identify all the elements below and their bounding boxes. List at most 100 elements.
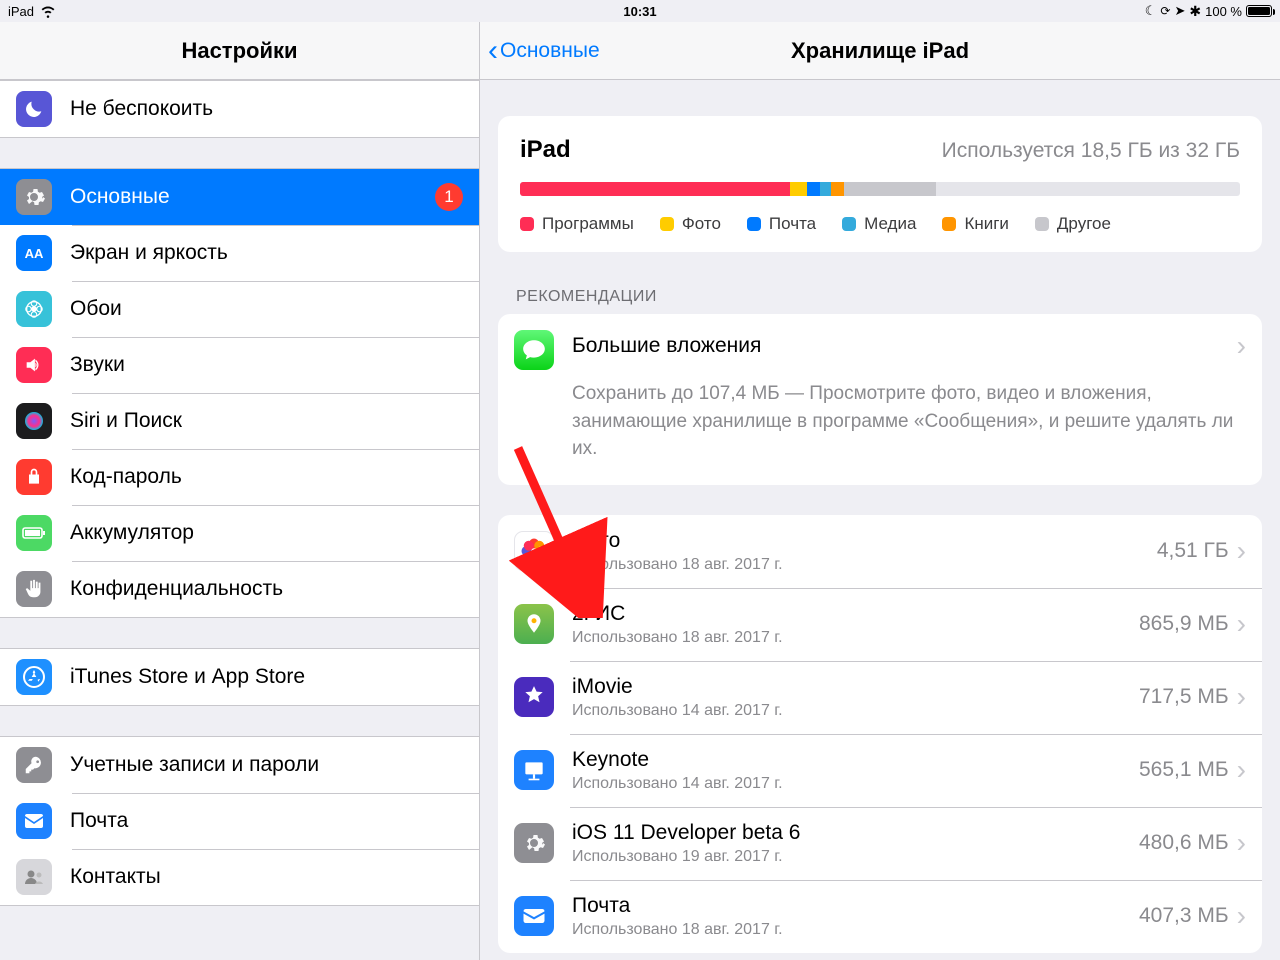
battery-icon [1246,5,1272,17]
sidebar-title: Настройки [181,38,297,64]
chevron-right-icon: › [1237,754,1246,786]
app-icon [514,750,554,790]
messages-icon [514,330,554,370]
chevron-right-icon: › [1237,827,1246,859]
app-row-imovie[interactable]: iMovie Использовано 14 авг. 2017 г.717,5 … [498,661,1262,734]
sidebar-item-label: Основные [70,185,435,209]
legend-swatch [942,217,956,231]
appstore-icon [16,659,52,695]
app-row-ios 11 developer beta 6[interactable]: iOS 11 Developer beta 6 Использовано 19 а… [498,807,1262,880]
wifi-icon [38,0,58,23]
app-name: iOS 11 Developer beta 6 [572,821,1139,845]
back-label: Основные [500,39,600,63]
app-row-2гис[interactable]: 2ГИСИспользовано 18 авг. 2017 г.865,9 МБ… [498,588,1262,661]
battery-percentage: 100 % [1205,4,1242,19]
recommendations-list: Большие вложения › Сохранить до 107,4 МБ… [498,314,1262,485]
storage-usage-text: Используется 18,5 ГБ из 32 ГБ [942,139,1240,163]
recommendation-large-attachments[interactable]: Большие вложения › Сохранить до 107,4 МБ… [498,314,1262,485]
app-size: 480,6 МБ [1139,831,1229,855]
legend-swatch [1035,217,1049,231]
legend-item: Почта [747,214,816,234]
legend-label: Почта [769,214,816,234]
page-title: Хранилище iPad [791,38,969,64]
app-size: 865,9 МБ [1139,612,1229,636]
storage-device-name: iPad [520,136,571,164]
sidebar-item-почта[interactable]: Почта [0,793,479,849]
sidebar-item-siri-и-поиск[interactable]: Siri и Поиск [0,393,479,449]
battery-icon [16,515,52,551]
key-icon [16,747,52,783]
settings-sidebar: Настройки Не беспокоитьОсновные1AAЭкран … [0,22,480,960]
sidebar-item-label: Почта [70,809,463,833]
app-size: 717,5 МБ [1139,685,1229,709]
sidebar-item-label: Контакты [70,865,463,889]
sidebar-item-label: Звуки [70,353,463,377]
sidebar-item-звуки[interactable]: Звуки [0,337,479,393]
storage-segment [790,182,807,196]
legend-swatch [660,217,674,231]
back-button[interactable]: ‹ Основные [480,39,600,63]
storage-segment [831,182,844,196]
legend-item: Фото [660,214,721,234]
app-row-keynote[interactable]: Keynote Использовано 14 авг. 2017 г.565,1… [498,734,1262,807]
chevron-right-icon: › [1237,330,1246,362]
app-last-used: Использовано 19 авг. 2017 г. [572,848,1139,866]
recommendation-title: Большие вложения [572,334,1237,358]
gear-icon [16,179,52,215]
legend-item: Медиа [842,214,916,234]
chevron-right-icon: › [1237,900,1246,932]
sidebar-item-код-пароль[interactable]: Код-пароль [0,449,479,505]
dnd-icon: ☾ [1145,3,1157,19]
legend-swatch [520,217,534,231]
legend-label: Другое [1057,214,1111,234]
app-size: 4,51 ГБ [1157,539,1229,563]
sidebar-item-учетные-записи-и-пароли[interactable]: Учетные записи и пароли [0,737,479,793]
app-last-used: Использовано 18 авг. 2017 г. [572,556,1157,574]
sidebar-header: Настройки [0,22,479,80]
sidebar-item-контакты[interactable]: Контакты [0,849,479,905]
sidebar-item-label: Конфиденциальность [70,577,463,601]
storage-segment [807,182,820,196]
sidebar-item-конфиденциальность[interactable]: Конфиденциальность [0,561,479,617]
app-row-почта[interactable]: ПочтаИспользовано 18 авг. 2017 г.407,3 М… [498,880,1262,953]
badge: 1 [435,183,463,211]
sidebar-item-itunes-store-и-app-store[interactable]: iTunes Store и App Store [0,649,479,705]
app-name: Почта [572,894,1139,918]
sidebar-item-экран-и-яркость[interactable]: AAЭкран и яркость [0,225,479,281]
sidebar-item-аккумулятор[interactable]: Аккумулятор [0,505,479,561]
app-icon [514,531,554,571]
storage-segment [520,182,790,196]
app-last-used: Использовано 14 авг. 2017 г. [572,775,1139,793]
storage-legend: Программы Фото Почта Медиа Книги Другое [520,214,1240,234]
sidebar-item-основные[interactable]: Основные1 [0,169,479,225]
chevron-right-icon: › [1237,535,1246,567]
device-name: iPad [8,4,34,19]
legend-label: Медиа [864,214,916,234]
lock-icon [16,459,52,495]
legend-swatch [842,217,856,231]
app-size: 565,1 МБ [1139,758,1229,782]
chevron-right-icon: › [1237,681,1246,713]
detail-navbar: ‹ Основные Хранилище iPad [480,22,1280,80]
sidebar-item-обои[interactable]: Обои [0,281,479,337]
app-row-фото[interactable]: ФотоИспользовано 18 авг. 2017 г.4,51 ГБ› [498,515,1262,588]
sidebar-item-label: Учетные записи и пароли [70,753,463,777]
legend-label: Книги [964,214,1008,234]
legend-label: Программы [542,214,634,234]
sidebar-item-label: Экран и яркость [70,241,463,265]
legend-item: Другое [1035,214,1111,234]
speaker-icon [16,347,52,383]
contacts-icon [16,859,52,895]
app-name: Keynote [572,748,1139,772]
recommendation-desc: Сохранить до 107,4 МБ — Просмотрите фото… [572,380,1246,463]
siri-icon [16,403,52,439]
app-last-used: Использовано 14 авг. 2017 г. [572,702,1139,720]
chevron-right-icon: › [1237,608,1246,640]
sidebar-item-не-беспокоить[interactable]: Не беспокоить [0,81,479,137]
storage-bar [520,182,1240,196]
sidebar-item-label: Siri и Поиск [70,409,463,433]
app-name: iMovie [572,675,1139,699]
sidebar-item-label: Аккумулятор [70,521,463,545]
app-name: 2ГИС [572,602,1139,626]
sidebar-item-label: iTunes Store и App Store [70,665,463,689]
